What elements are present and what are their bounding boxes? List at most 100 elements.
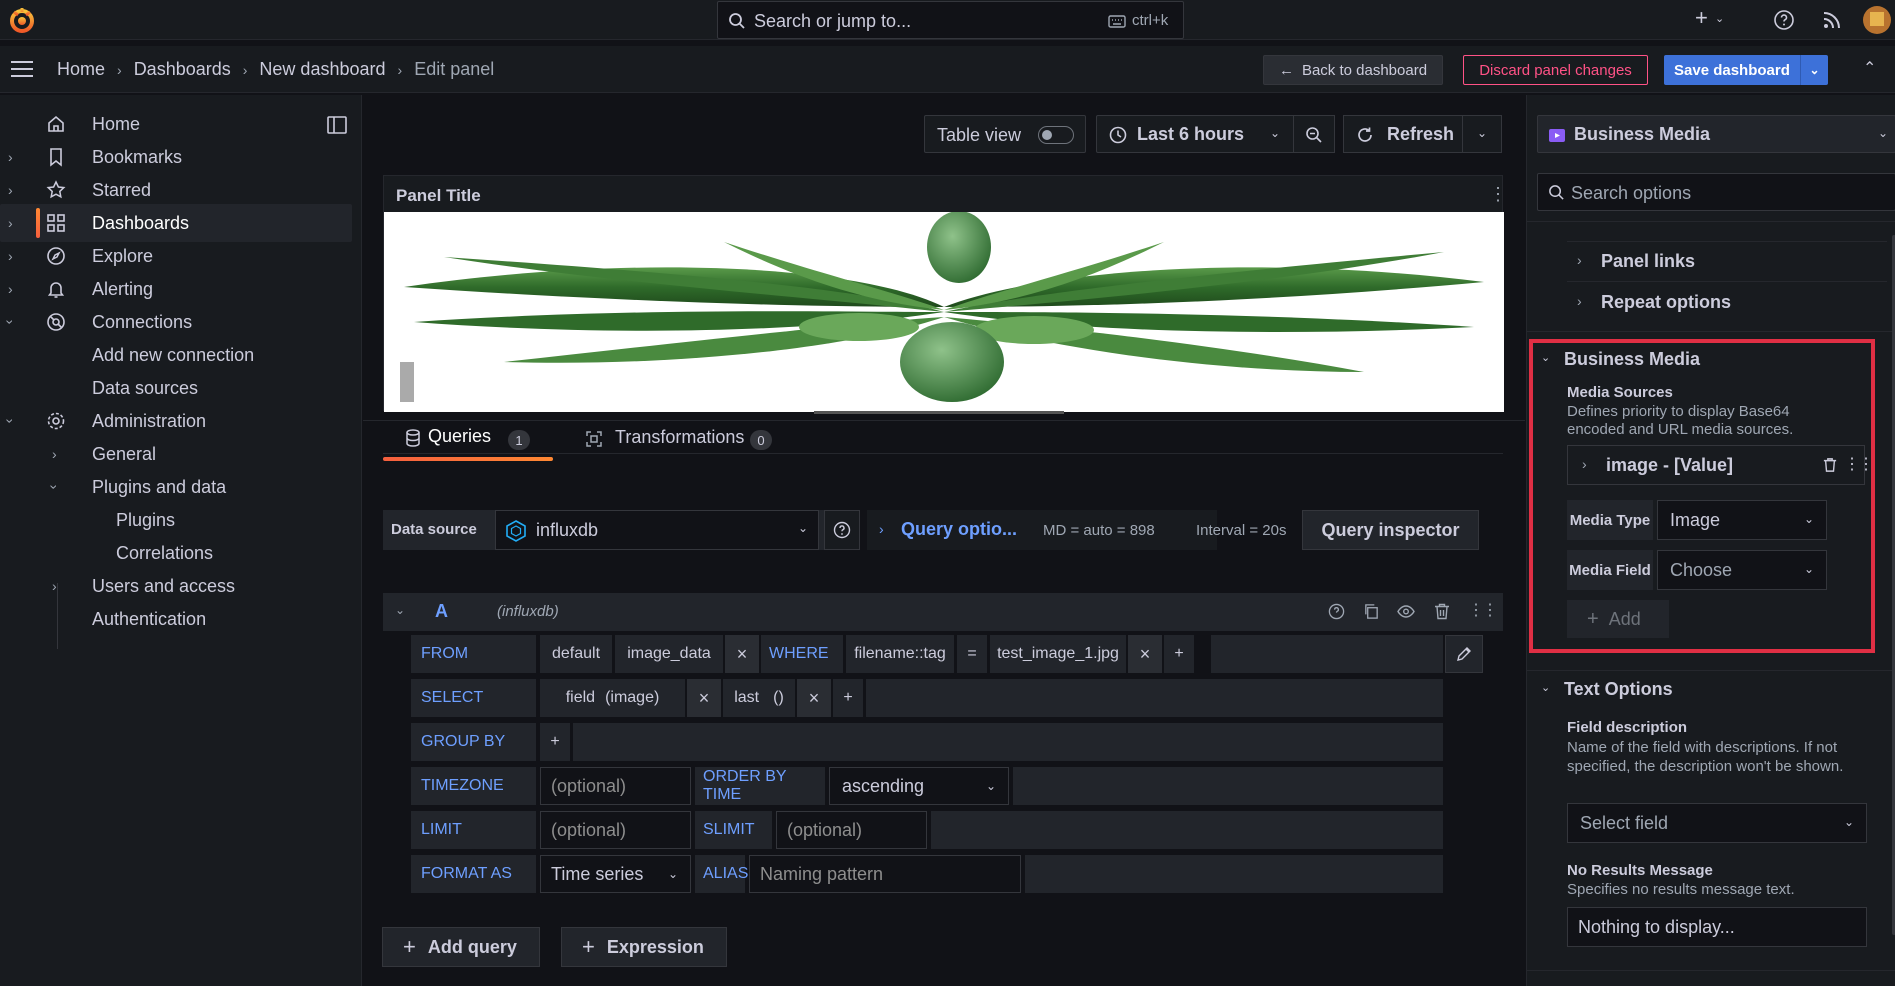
chevron-right-icon[interactable]: › (8, 182, 13, 198)
save-dashboard-button[interactable]: Save dashboard ⌄ (1664, 55, 1828, 85)
search-bar[interactable]: Search or jump to... ctrl+k (717, 1, 1184, 39)
tab-queries[interactable]: Queries 1 (383, 426, 553, 494)
drag-handle-icon[interactable]: ⋮⋮ (1468, 600, 1498, 620)
search-icon (729, 13, 745, 29)
business-media-section-header[interactable]: ⌄ Business Media (1541, 347, 1861, 377)
add-group-by-plus-icon[interactable]: + (540, 723, 570, 761)
select-function[interactable]: last () (723, 679, 795, 717)
from-label: FROM (411, 635, 536, 673)
remove-measurement-close-icon[interactable]: × (725, 635, 759, 673)
collapse-toolbar-chevron-icon[interactable]: ⌃ (1863, 58, 1876, 78)
raw-query-toggle[interactable] (1445, 635, 1483, 673)
zoom-out-button[interactable] (1293, 115, 1335, 153)
remove-function-close-icon[interactable]: × (797, 679, 831, 717)
user-avatar[interactable] (1863, 6, 1891, 34)
add-where-plus-icon[interactable]: + (1164, 635, 1194, 673)
trash-icon[interactable] (1823, 457, 1837, 473)
query-options-button[interactable]: › Query optio... MD = auto = 898 Interva… (867, 510, 1286, 550)
add-new-button[interactable]: + ⌄ (1695, 5, 1735, 32)
drag-handle-icon[interactable]: ⋮⋮ (1844, 454, 1874, 474)
chevron-right-icon: › (1582, 456, 1587, 472)
chevron-right-icon[interactable]: › (8, 149, 13, 165)
refresh-interval-dropdown[interactable]: ⌄ (1462, 115, 1502, 153)
panel-resize-handle[interactable] (814, 411, 1064, 414)
select-label: SELECT (411, 679, 536, 717)
media-source-item-label: image - [Value] (1606, 455, 1734, 475)
copy-icon[interactable] (1363, 603, 1380, 620)
panel-links-section[interactable]: › Panel links (1567, 242, 1887, 280)
panel-menu-icon[interactable]: ⋮ (1489, 184, 1507, 205)
chevron-down-icon: ⌄ (1803, 512, 1814, 526)
chevron-right-icon[interactable]: › (8, 248, 13, 264)
query-datasource-name: (influxdb) (497, 603, 559, 620)
repeat-options-section[interactable]: › Repeat options (1567, 283, 1887, 321)
datasource-picker[interactable]: influxdb ⌄ (495, 510, 819, 550)
datasource-help-button[interactable] (824, 510, 860, 550)
interval: Interval = 20s (1196, 522, 1287, 539)
back-to-dashboard-button[interactable]: ← Back to dashboard (1263, 55, 1443, 85)
chevron-down-icon: ⌄ (985, 779, 996, 793)
remove-where-close-icon[interactable]: × (1128, 635, 1162, 673)
chevron-down-icon[interactable]: › (2, 320, 18, 325)
breadcrumb-dashboards[interactable]: Dashboards (134, 59, 231, 80)
breadcrumb-new-dashboard[interactable]: New dashboard (259, 59, 385, 80)
max-data-points: MD = auto = 898 (1043, 522, 1155, 539)
text-options-section-header[interactable]: ⌄ Text Options (1541, 677, 1861, 707)
slimit-input[interactable]: (optional) (776, 811, 927, 849)
order-by-time-select[interactable]: ascending ⌄ (829, 767, 1009, 805)
toggle-switch[interactable] (1038, 126, 1074, 144)
table-view-toggle[interactable]: Table view (924, 115, 1086, 153)
media-type-value: Image (1670, 509, 1721, 530)
add-query-button[interactable]: + Add query (382, 927, 540, 967)
visualization-picker[interactable]: Business Media ⌄ (1537, 115, 1895, 153)
search-options-input[interactable]: Search options (1537, 173, 1895, 211)
query-inspector-button[interactable]: Query inspector (1302, 510, 1479, 550)
media-field-select[interactable]: Choose ⌄ (1657, 550, 1827, 590)
back-label: Back to dashboard (1301, 61, 1428, 79)
alias-input[interactable]: Naming pattern (749, 855, 1021, 893)
chevron-down-icon[interactable]: › (46, 485, 62, 490)
select-field[interactable]: field (image) (540, 679, 685, 717)
chevron-right-icon[interactable]: › (52, 446, 57, 462)
time-range-picker[interactable]: Last 6 hours ⌄ (1096, 115, 1294, 153)
add-select-plus-icon[interactable]: + (833, 679, 863, 717)
timezone-input[interactable]: (optional) (540, 767, 691, 805)
chevron-down-icon: ⌄ (1541, 682, 1551, 694)
breadcrumb-home[interactable]: Home (57, 59, 105, 80)
where-key[interactable]: filename::tag (846, 635, 954, 673)
help-icon[interactable] (1773, 9, 1795, 31)
menu-icon[interactable] (10, 60, 34, 78)
refresh-button[interactable]: Refresh (1343, 115, 1463, 153)
chevron-right-icon[interactable]: › (8, 215, 13, 231)
save-options-chevron-icon[interactable]: ⌄ (1800, 55, 1828, 85)
add-expression-button[interactable]: + Expression (561, 927, 727, 967)
chevron-right-icon[interactable]: › (52, 578, 57, 594)
format-as-select[interactable]: Time series ⌄ (540, 855, 691, 893)
media-source-item[interactable]: › image - [Value] ⋮⋮ (1567, 445, 1874, 485)
media-type-select[interactable]: Image ⌄ (1657, 500, 1827, 540)
discard-panel-changes-button[interactable]: Discard panel changes (1463, 55, 1648, 85)
sidebar-item-authentication[interactable]: Authentication (0, 600, 352, 638)
news-rss-icon[interactable] (1822, 10, 1842, 30)
tab-transformations[interactable]: Transformations 0 (573, 425, 773, 455)
grafana-logo-icon[interactable] (8, 6, 36, 34)
chevron-down-icon[interactable]: › (2, 419, 18, 424)
timezone-label: TIMEZONE (411, 767, 536, 805)
help-icon[interactable] (1328, 603, 1345, 620)
remove-field-close-icon[interactable]: × (687, 679, 721, 717)
panel-title[interactable]: Panel Title (396, 186, 481, 206)
add-media-source-button[interactable]: + Add (1567, 600, 1669, 638)
from-measurement[interactable]: image_data (615, 635, 723, 673)
no-results-message-input[interactable]: Nothing to display... (1567, 907, 1867, 947)
where-operator[interactable]: = (957, 635, 987, 673)
query-ref-id[interactable]: A (435, 601, 448, 622)
chevron-right-icon[interactable]: › (8, 281, 13, 297)
field-description-select[interactable]: Select field ⌄ (1567, 803, 1867, 843)
collapse-chevron-icon[interactable]: ⌄ (395, 603, 405, 617)
limit-input[interactable]: (optional) (540, 811, 691, 849)
eye-icon[interactable] (1397, 604, 1415, 619)
trash-icon[interactable] (1434, 603, 1450, 620)
where-value[interactable]: test_image_1.jpg (990, 635, 1126, 673)
no-results-message-description: Specifies no results message text. (1567, 881, 1795, 898)
from-policy[interactable]: default (540, 635, 612, 673)
